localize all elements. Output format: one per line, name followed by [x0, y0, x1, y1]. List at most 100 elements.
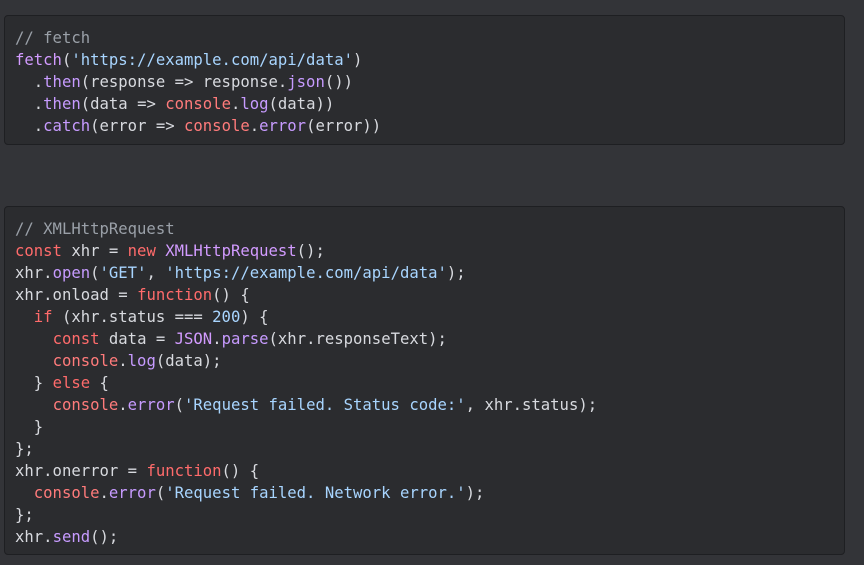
code-token-keyword: const	[15, 242, 62, 260]
code-token-builtin: XMLHttpRequest	[165, 242, 297, 260]
code-token-plain: {	[90, 374, 109, 392]
code-token-console: console	[165, 95, 231, 113]
code-token-plain: xhr.	[15, 528, 53, 546]
code-token-plain: (xhr.responseText);	[268, 330, 447, 348]
code-token-plain: data =	[99, 330, 175, 348]
code-token-plain: .	[118, 396, 128, 414]
code-token-plain: (error =>	[90, 117, 185, 135]
code-line: .then(response => response.json())	[15, 71, 834, 93]
code-token-plain: ();	[296, 242, 325, 260]
code-token-method: catch	[43, 117, 91, 135]
code-line: fetch('https://example.com/api/data')	[15, 49, 834, 71]
code-token-builtin: JSON	[174, 330, 213, 348]
code-token-plain: ,	[146, 264, 166, 282]
code-token-console: console	[52, 396, 119, 414]
code-line: console.log(data);	[15, 350, 834, 372]
code-page: // fetch fetch('https://example.com/api/d…	[0, 0, 864, 565]
code-token-method: then	[43, 95, 81, 113]
code-token-plain: .	[249, 117, 260, 135]
code-line: } else {	[15, 372, 834, 394]
code-token-plain: ();	[90, 528, 119, 546]
code-token-plain: (	[174, 396, 185, 414]
code-token-plain: ())	[324, 73, 354, 91]
code-token-plain: .	[15, 95, 44, 113]
code-token-plain: )	[353, 51, 363, 69]
code-token-plain: xhr =	[61, 242, 128, 260]
code-line: };	[15, 438, 834, 460]
code-token-plain: .	[99, 484, 109, 502]
code-token-plain: (xhr.status ===	[52, 308, 213, 326]
code-token-method: json	[287, 73, 325, 91]
code-token-string: 'Request failed. Status code:'	[184, 396, 466, 414]
code-line: console.error('Request failed. Status co…	[15, 394, 834, 416]
code-token-plain: }	[15, 374, 53, 392]
code-token-plain: xhr.onload =	[15, 286, 138, 304]
xmlhttprequest-code-block[interactable]: // XMLHttpRequest const xhr = new XMLHttp…	[4, 206, 845, 555]
code-token-method: open	[52, 264, 91, 282]
code-token-plain: );	[446, 264, 466, 282]
code-token-method: send	[52, 528, 91, 546]
code-line: .catch(error => console.error(error))	[15, 115, 834, 137]
code-token-method: parse	[221, 330, 269, 348]
code-token-comment: // fetch	[15, 29, 91, 47]
code-token-string: 'https://example.com/api/data'	[165, 264, 447, 282]
code-token-string: 'https://example.com/api/data'	[71, 51, 353, 69]
code-token-keyword: const	[52, 330, 100, 348]
code-token-plain: (error))	[306, 117, 382, 135]
code-token-method: log	[127, 352, 156, 370]
code-line: };	[15, 504, 834, 526]
code-token-keyword: function	[137, 286, 213, 304]
code-token-plain: }	[15, 418, 44, 436]
code-line: xhr.onload = function() {	[15, 284, 834, 306]
code-token-string: 'Request failed. Network error.'	[165, 484, 466, 502]
code-line: const data = JSON.parse(xhr.responseText…	[15, 328, 834, 350]
code-token-plain: };	[15, 506, 34, 524]
code-token-method: error	[127, 396, 175, 414]
code-token-string: 'GET'	[99, 264, 147, 282]
code-token-builtin: fetch	[15, 51, 62, 69]
code-token-plain: (	[155, 484, 166, 502]
code-token-plain: (data =>	[80, 95, 166, 113]
code-token-plain: (	[90, 264, 100, 282]
code-token-plain: .	[15, 73, 44, 91]
code-token-console: console	[52, 352, 119, 370]
code-token-plain: () {	[212, 286, 250, 304]
code-token-keyword: if	[33, 308, 53, 326]
code-token-plain: xhr.onerror =	[15, 462, 147, 480]
code-token-comment: // XMLHttpRequest	[15, 220, 175, 238]
code-line: if (xhr.status === 200) {	[15, 306, 834, 328]
fetch-code-block[interactable]: // fetch fetch('https://example.com/api/d…	[4, 15, 845, 145]
code-line: console.error('Request failed. Network e…	[15, 482, 834, 504]
code-token-plain: (	[61, 51, 72, 69]
code-token-plain: (data);	[155, 352, 222, 370]
code-line: const xhr = new XMLHttpRequest();	[15, 240, 834, 262]
bottom-strip	[0, 560, 864, 565]
code-token-plain: (response => response.	[80, 73, 288, 91]
code-line: .then(data => console.log(data))	[15, 93, 834, 115]
code-token-plain: .	[212, 330, 222, 348]
code-token-plain: () {	[221, 462, 260, 480]
code-token-keyword: function	[146, 462, 222, 480]
code-token-console: console	[184, 117, 250, 135]
code-token-plain: .	[15, 117, 44, 135]
code-token-keyword: new	[127, 242, 156, 260]
code-token-plain: ) {	[240, 308, 269, 326]
code-token-method: log	[240, 95, 269, 113]
code-token-keyword: else	[52, 374, 91, 392]
code-token-number: 200	[212, 308, 241, 326]
code-token-plain: xhr.	[15, 264, 53, 282]
code-line: xhr.onerror = function() {	[15, 460, 834, 482]
code-token-plain: (data))	[268, 95, 335, 113]
code-token-plain: );	[465, 484, 485, 502]
code-token-console: console	[33, 484, 100, 502]
code-token-plain: .	[118, 352, 128, 370]
code-line: // fetch	[15, 27, 834, 49]
code-token-plain: .	[230, 95, 241, 113]
code-token-method: error	[259, 117, 307, 135]
code-token-plain: , xhr.status);	[465, 396, 598, 414]
